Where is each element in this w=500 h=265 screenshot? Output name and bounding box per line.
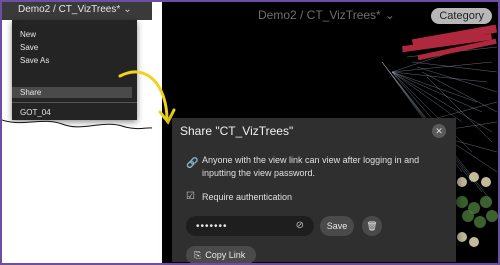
checkbox-checked-icon[interactable]: ☑ [186,191,195,202]
password-value: ••••••• [196,221,228,232]
screenshot-frame: Demo2 / CT_VizTrees* ⌄ Category Demo2 / … [0,0,500,265]
link-icon: 🔗 [186,158,199,169]
close-icon[interactable]: ✕ [432,124,446,138]
share-description: Anyone with the view link can view after… [202,155,420,178]
chevron-down-icon: ⌄ [123,4,132,15]
file-menu: New Save Save As Share GOT_04 [12,20,137,120]
require-authentication-label[interactable]: Require authentication [202,192,292,202]
eye-slash-icon[interactable]: ⊘ [296,220,304,231]
menu-item-ct-viztrees[interactable]: CT_VizTrees [24,128,70,137]
menu-header-title[interactable]: Demo2 / CT_VizTrees* ⌄ [18,4,132,15]
menu-item-share[interactable]: Share [20,88,41,97]
save-password-button[interactable]: Save [320,216,354,236]
share-dialog: Share "CT_VizTrees" ✕ 🔗 Anyone with the … [172,118,456,263]
share-dialog-title: Share "CT_VizTrees" [180,124,294,138]
menu-divider [12,102,137,103]
menu-item-got-04[interactable]: GOT_04 [20,108,51,117]
menu-header-label: Demo2 / CT_VizTrees* [18,4,121,15]
menu-item-new[interactable]: New [20,30,36,39]
menu-header-bar[interactable]: Demo2 / CT_VizTrees* ⌄ [2,2,152,20]
menu-item-save-as[interactable]: Save As [20,56,49,65]
copy-link-button[interactable]: ⎘ Copy Link [186,246,256,263]
copy-link-label: Copy Link [205,250,246,260]
menu-item-save[interactable]: Save [20,43,38,52]
copy-icon: ⎘ [194,250,202,260]
password-input[interactable]: ••••••• ⊘ [186,216,314,236]
trash-icon[interactable]: 🗑 [362,216,382,236]
